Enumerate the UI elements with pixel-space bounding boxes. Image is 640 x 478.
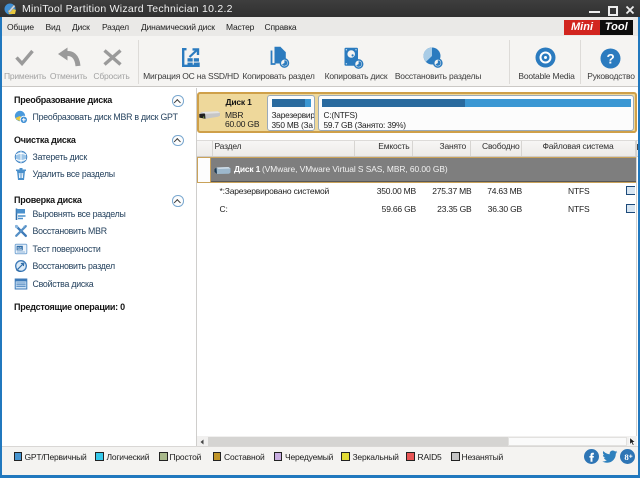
svg-text:?: ? (606, 51, 614, 66)
svg-text:51: 51 (17, 246, 22, 251)
